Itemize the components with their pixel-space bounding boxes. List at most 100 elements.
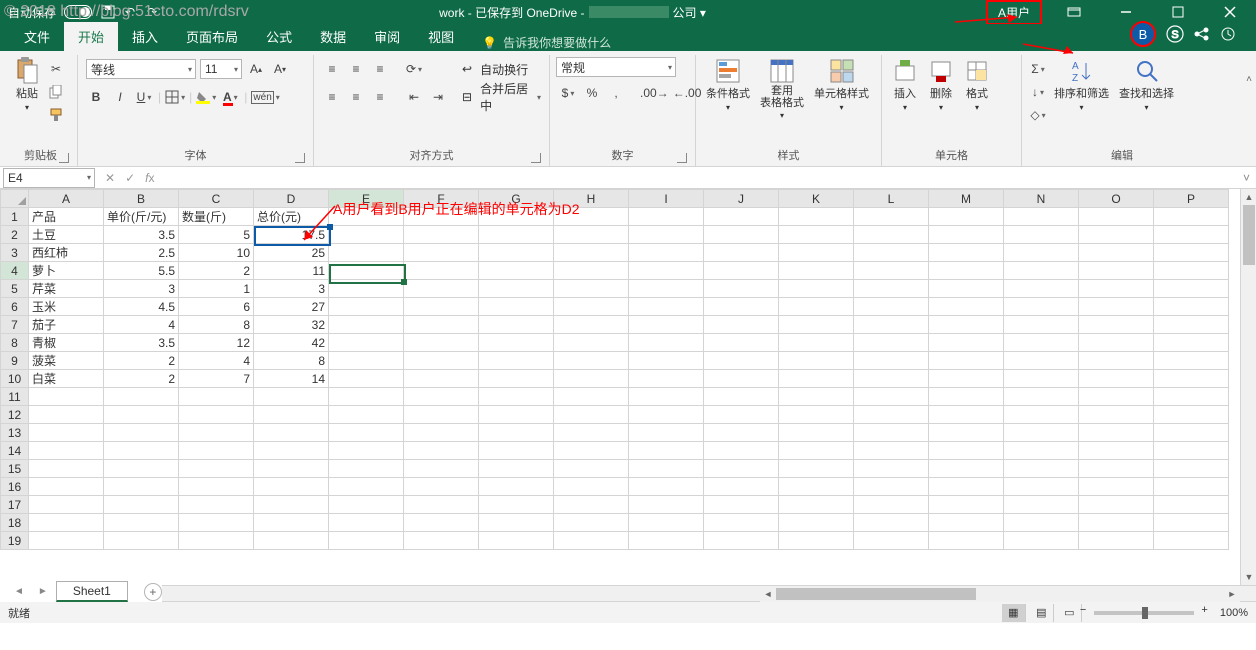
tell-me-search[interactable]: 💡 告诉我你想要做什么	[482, 34, 611, 51]
sort-filter-button[interactable]: AZ排序和筛选▾	[1050, 57, 1113, 114]
cell[interactable]	[629, 532, 704, 550]
cell[interactable]: 1	[179, 280, 254, 298]
cell[interactable]: 西红柿	[29, 244, 104, 262]
cell[interactable]	[329, 334, 404, 352]
cell[interactable]	[479, 514, 554, 532]
cell[interactable]	[554, 388, 629, 406]
cell[interactable]	[1004, 478, 1079, 496]
cell[interactable]	[254, 496, 329, 514]
tab-layout[interactable]: 页面布局	[172, 22, 252, 51]
cell[interactable]	[1154, 532, 1229, 550]
cell[interactable]	[104, 496, 179, 514]
phonetic-button[interactable]: wén	[251, 87, 279, 107]
cell[interactable]	[779, 442, 854, 460]
cell[interactable]	[554, 442, 629, 460]
cell[interactable]	[1154, 316, 1229, 334]
cell[interactable]: 7	[179, 370, 254, 388]
cell[interactable]	[1154, 262, 1229, 280]
tab-review[interactable]: 审阅	[360, 22, 414, 51]
cell[interactable]	[329, 460, 404, 478]
cell[interactable]	[779, 388, 854, 406]
cell[interactable]	[629, 442, 704, 460]
cell[interactable]	[629, 262, 704, 280]
cell[interactable]: 8	[254, 352, 329, 370]
spreadsheet-grid[interactable]: ABCDEFGHIJKLMNOP1产品单价(斤/元)数量(斤)总价(元)2土豆3…	[0, 189, 1229, 550]
cell[interactable]	[854, 478, 929, 496]
cell[interactable]: 2	[179, 262, 254, 280]
cell[interactable]	[629, 370, 704, 388]
cell[interactable]	[29, 442, 104, 460]
cell[interactable]	[329, 514, 404, 532]
cell[interactable]	[779, 370, 854, 388]
collapse-ribbon-icon[interactable]: ˄	[1246, 74, 1252, 85]
cell[interactable]	[104, 532, 179, 550]
page-layout-view-icon[interactable]: ▤	[1030, 604, 1054, 622]
cell[interactable]	[1154, 406, 1229, 424]
fill-icon[interactable]: ↓	[1028, 82, 1048, 102]
fx-icon[interactable]: fx	[145, 171, 154, 185]
cell[interactable]	[254, 406, 329, 424]
cell[interactable]	[854, 226, 929, 244]
cell[interactable]	[854, 496, 929, 514]
cell[interactable]	[779, 478, 854, 496]
delete-cells-button[interactable]: 删除▾	[924, 57, 958, 114]
sheet-nav-next[interactable]: ►	[32, 586, 54, 597]
cell[interactable]	[629, 280, 704, 298]
cell[interactable]: 25	[254, 244, 329, 262]
history-icon[interactable]	[1220, 26, 1236, 42]
cell[interactable]	[854, 208, 929, 226]
sheet-nav-prev[interactable]: ◄	[8, 586, 30, 597]
cell[interactable]	[1154, 280, 1229, 298]
cell[interactable]	[179, 388, 254, 406]
cell[interactable]	[929, 262, 1004, 280]
cell[interactable]	[404, 244, 479, 262]
cell[interactable]	[29, 496, 104, 514]
cell[interactable]: 茄子	[29, 316, 104, 334]
decrease-indent-icon[interactable]: ⇤	[404, 87, 424, 107]
cell[interactable]	[779, 298, 854, 316]
cell[interactable]	[1079, 424, 1154, 442]
cell[interactable]	[1079, 388, 1154, 406]
tab-formulas[interactable]: 公式	[252, 22, 306, 51]
cell[interactable]	[1079, 478, 1154, 496]
cell[interactable]	[329, 316, 404, 334]
cell[interactable]	[29, 532, 104, 550]
cell[interactable]: 总价(元)	[254, 208, 329, 226]
cell[interactable]: 芹菜	[29, 280, 104, 298]
cell[interactable]	[29, 460, 104, 478]
cell[interactable]	[704, 280, 779, 298]
border-button[interactable]	[165, 87, 185, 107]
cell[interactable]	[1154, 352, 1229, 370]
cell[interactable]	[1004, 424, 1079, 442]
zoom-thumb[interactable]	[1142, 607, 1148, 619]
cell[interactable]	[404, 352, 479, 370]
cell[interactable]: 8	[179, 316, 254, 334]
cell[interactable]	[1004, 298, 1079, 316]
cell[interactable]	[479, 406, 554, 424]
cell[interactable]	[629, 244, 704, 262]
cell-styles-button[interactable]: 单元格样式▾	[810, 57, 873, 114]
cut-icon[interactable]: ✂	[46, 59, 66, 79]
cell[interactable]	[404, 532, 479, 550]
cell[interactable]	[554, 226, 629, 244]
tab-view[interactable]: 视图	[414, 22, 468, 51]
cell[interactable]	[704, 352, 779, 370]
cell[interactable]	[1004, 280, 1079, 298]
cell[interactable]	[29, 406, 104, 424]
cell[interactable]	[854, 388, 929, 406]
cell[interactable]	[29, 514, 104, 532]
decrease-font-icon[interactable]: A▾	[270, 59, 290, 79]
comma-format-icon[interactable]: ,	[606, 83, 626, 103]
cell[interactable]	[179, 532, 254, 550]
paste-button[interactable]: 粘贴 ▾	[10, 57, 44, 114]
cell[interactable]	[554, 478, 629, 496]
cell[interactable]	[704, 496, 779, 514]
cell[interactable]	[629, 208, 704, 226]
cell[interactable]: 14	[254, 370, 329, 388]
company-suffix[interactable]: 公司 ▾	[673, 4, 706, 21]
cell[interactable]	[179, 514, 254, 532]
cell[interactable]: 单价(斤/元)	[104, 208, 179, 226]
cell[interactable]	[104, 478, 179, 496]
cell[interactable]	[1079, 226, 1154, 244]
cell[interactable]	[179, 460, 254, 478]
